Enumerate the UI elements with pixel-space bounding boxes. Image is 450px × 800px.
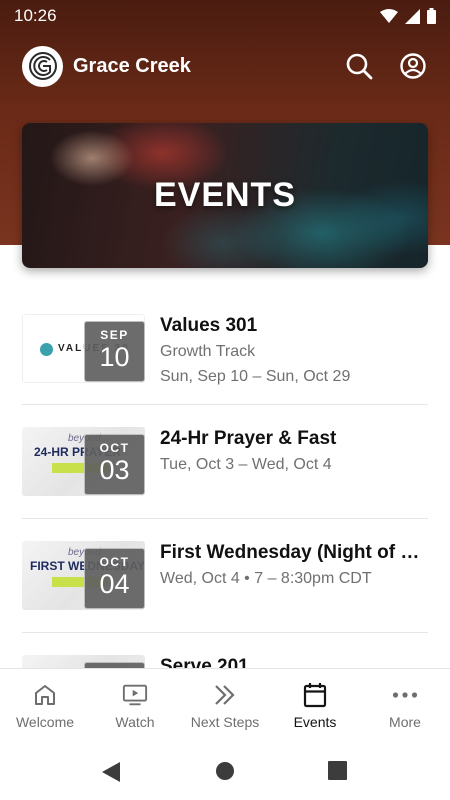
badge-day: 03 [99,455,130,485]
hero-title: EVENTS [153,176,297,214]
event-title: Values 301 [160,315,258,336]
nav-label: Events [293,714,337,730]
event-text: Values 301 Growth Track Sun, Sep 10 – Su… [160,314,432,389]
event-dates: Sun, Sep 10 – Sun, Oct 29 [160,368,351,385]
nav-item-welcome[interactable]: Welcome [0,669,90,740]
profile-button[interactable] [398,51,428,81]
badge-day: 04 [99,569,130,599]
recents-icon[interactable] [328,761,347,780]
nav-label: Welcome [15,714,75,730]
status-icons [380,8,436,24]
event-title: First Wednesday (Night of Worship) [160,542,432,563]
nav-item-events[interactable]: Events [270,669,360,740]
events-hero-banner: EVENTS [22,123,428,268]
app-bar: Grace Creek [0,44,450,88]
battery-icon [427,8,436,24]
event-dates: Wed, Oct 4 • 7 – 8:30pm CDT [160,570,372,587]
badge-month: OCT [99,441,130,455]
home-circle-icon[interactable] [215,761,235,781]
calendar-icon [303,683,327,708]
bottom-navigation: Welcome Watch Next Steps Events More [0,668,450,740]
badge-month: OCT [99,555,130,569]
event-list-item[interactable]: beyond 24-HR PRAYER OCT 03 24-Hr Prayer … [22,405,428,519]
double-chevron-right-icon [215,685,235,705]
app-actions [344,51,428,81]
search-button[interactable] [344,51,374,81]
nav-item-more[interactable]: More [360,669,450,740]
status-time: 10:26 [14,6,57,25]
date-badge: SEP 10 [84,321,145,382]
more-dots-icon [392,692,418,698]
nav-label: Watch [115,714,155,730]
home-icon [35,685,55,705]
wifi-icon [380,8,398,23]
event-list-item[interactable]: beyond FIRST WEDNESDAY OCT 04 First Wedn… [22,519,432,633]
status-bar: 10:26 [0,0,450,32]
values-logo-dot [40,343,53,356]
system-navigation-bar [0,740,450,800]
event-dates: Tue, Oct 3 – Wed, Oct 4 [160,456,332,473]
nav-label: Next Steps [190,714,260,730]
app-title: Grace Creek [73,54,191,77]
badge-day: 10 [99,342,130,372]
nav-item-next-steps[interactable]: Next Steps [180,669,270,740]
church-logo-icon[interactable] [22,45,63,87]
event-list-item[interactable]: VALUES 30 SEP 10 Values 301 Growth Track… [22,292,428,405]
nav-item-watch[interactable]: Watch [90,669,180,740]
back-icon[interactable] [101,761,121,783]
event-text: First Wednesday (Night of Worship) Wed, … [160,541,432,591]
account-icon [400,53,426,79]
badge-month: SEP [100,328,129,342]
signal-icon [405,8,420,24]
event-title: 24-Hr Prayer & Fast [160,428,337,449]
event-subtitle: Growth Track [160,343,256,360]
date-badge: OCT 03 [84,434,145,495]
search-icon [346,53,373,80]
date-badge: OCT 04 [84,548,145,609]
play-screen-icon [122,684,148,706]
event-text: 24-Hr Prayer & Fast Tue, Oct 3 – Wed, Oc… [160,427,432,477]
nav-label: More [389,714,421,730]
